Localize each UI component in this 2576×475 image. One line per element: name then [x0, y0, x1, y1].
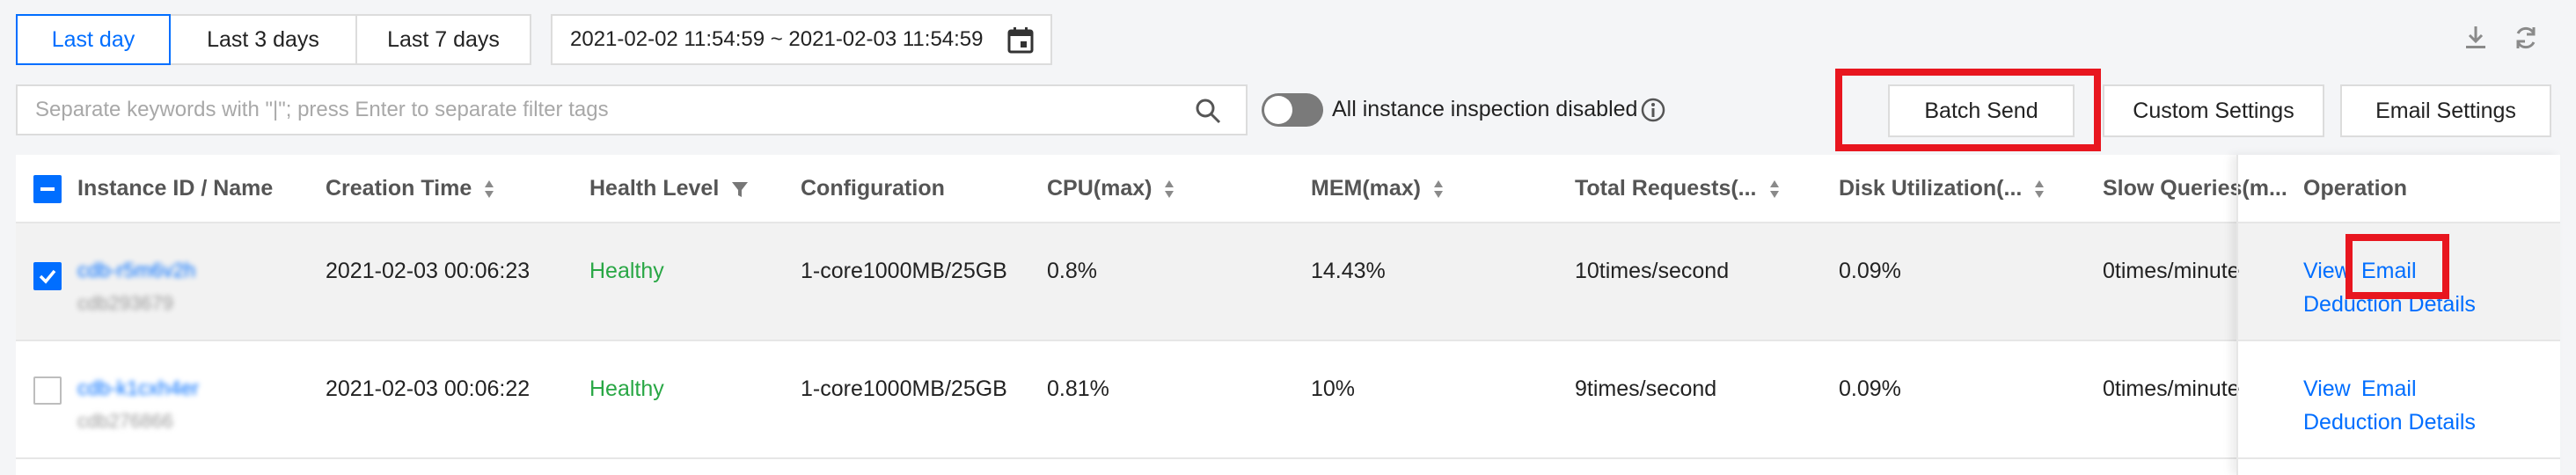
sort-icon[interactable]	[1164, 179, 1175, 199]
sort-icon[interactable]	[1769, 179, 1780, 199]
email-link[interactable]: Email	[2361, 376, 2417, 402]
inspection-label: All instance inspection disabled	[1332, 97, 1638, 121]
email-settings-button[interactable]: Email Settings	[2340, 84, 2551, 137]
header-cpu[interactable]: CPU(max)	[1047, 176, 1175, 201]
custom-settings-button[interactable]: Custom Settings	[2103, 84, 2324, 137]
info-icon[interactable]	[1640, 97, 1666, 128]
header-creation-time[interactable]: Creation Time	[326, 176, 494, 201]
search-icon[interactable]	[1195, 98, 1221, 130]
date-range-picker[interactable]: 2021-02-02 11:54:59 ~ 2021-02-03 11:54:5…	[551, 14, 1052, 65]
configuration: 1-core1000MB/25GB	[801, 376, 1007, 401]
batch-send-button[interactable]: Batch Send	[1888, 84, 2075, 137]
header-disk-utilization[interactable]: Disk Utilization(...	[1839, 176, 2045, 201]
tab-last-7-days[interactable]: Last 7 days	[355, 14, 531, 65]
deduction-details-link[interactable]: Deduction Details	[2303, 410, 2476, 435]
view-link[interactable]: View	[2303, 376, 2351, 402]
sort-icon[interactable]	[1433, 179, 1444, 199]
filter-icon[interactable]	[731, 180, 749, 198]
health-level: Healthy	[589, 376, 664, 401]
header-instance: Instance ID / Name	[77, 176, 274, 201]
row-checkbox[interactable]	[33, 262, 62, 290]
creation-time: 2021-02-03 00:06:22	[326, 376, 531, 401]
configuration: 1-core1000MB/25GB	[801, 259, 1007, 283]
disk-utilization-value: 0.09%	[1839, 259, 1901, 283]
deduction-details-link[interactable]: Deduction Details	[2303, 292, 2476, 318]
mem-value: 14.43%	[1311, 259, 1386, 283]
tab-last-day[interactable]: Last day	[16, 14, 171, 65]
download-icon[interactable]	[2463, 25, 2488, 55]
inspection-toggle[interactable]	[1262, 93, 1323, 127]
health-level: Healthy	[589, 259, 664, 283]
table-header: Instance ID / Name Creation Time Health …	[16, 155, 2560, 223]
total-requests-value: 9times/second	[1575, 376, 1717, 401]
instance-name: cdb276866	[77, 410, 173, 432]
table-row: cdb-k1cxh4er cdb276866 2021-02-03 00:06:…	[16, 341, 2560, 459]
sort-icon[interactable]	[2034, 179, 2045, 199]
header-health-level[interactable]: Health Level	[589, 176, 749, 201]
view-link[interactable]: View	[2303, 259, 2351, 284]
disk-utilization-value: 0.09%	[1839, 376, 1901, 401]
header-operation: Operation	[2303, 176, 2408, 201]
instance-table: Instance ID / Name Creation Time Health …	[16, 155, 2560, 475]
instance-name: cdb293679	[77, 292, 173, 314]
total-requests-value: 10times/second	[1575, 259, 1730, 283]
select-all-checkbox[interactable]	[33, 175, 62, 203]
cpu-value: 0.81%	[1047, 376, 1109, 401]
refresh-icon[interactable]	[2513, 25, 2539, 55]
email-link[interactable]: Email	[2361, 259, 2417, 284]
tab-last-3-days[interactable]: Last 3 days	[169, 14, 357, 65]
header-mem[interactable]: MEM(max)	[1311, 176, 1444, 201]
instance-id-link[interactable]: cdb-k1cxh4er	[77, 376, 199, 400]
creation-time: 2021-02-03 00:06:23	[326, 259, 531, 283]
row-checkbox[interactable]	[33, 376, 62, 405]
search-placeholder: Separate keywords with "|"; press Enter …	[35, 98, 609, 121]
mem-value: 10%	[1311, 376, 1356, 401]
slow-queries-value: 0times/minute	[2103, 259, 2240, 283]
sort-icon[interactable]	[484, 179, 494, 199]
slow-queries-value: 0times/minute	[2103, 376, 2240, 401]
table-row: cdb-r5m6v2h cdb293679 2021-02-03 00:06:2…	[16, 223, 2560, 341]
header-configuration: Configuration	[801, 176, 945, 201]
search-input[interactable]: Separate keywords with "|"; press Enter …	[16, 84, 1248, 135]
header-slow-queries: Slow Queries(m...	[2103, 176, 2287, 201]
instance-id-link[interactable]: cdb-r5m6v2h	[77, 259, 195, 282]
cpu-value: 0.8%	[1047, 259, 1097, 283]
header-total-requests[interactable]: Total Requests(...	[1575, 176, 1780, 201]
calendar-icon[interactable]	[1006, 26, 1035, 61]
date-range-text: 2021-02-02 11:54:59 ~ 2021-02-03 11:54:5…	[570, 27, 984, 51]
